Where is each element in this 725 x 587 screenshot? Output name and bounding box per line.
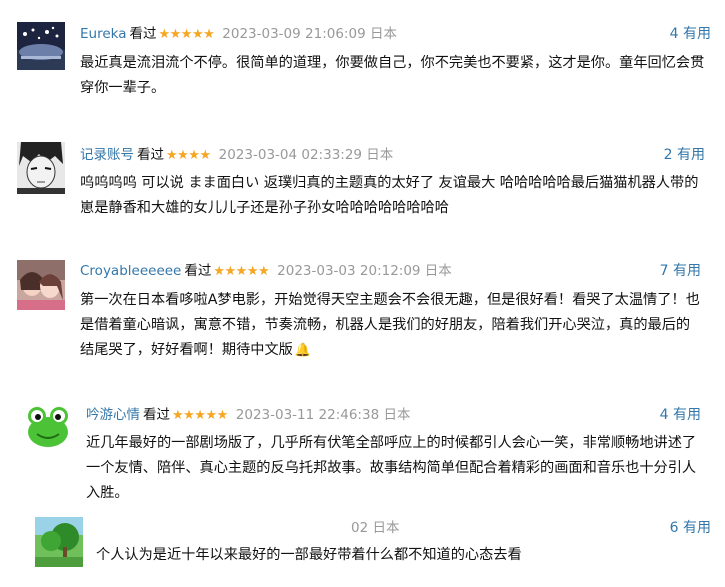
review-text: 近几年最好的一部剧场版了，几乎所有伏笔全部呼应上的时候都引人会心一笑，非常顺畅地… <box>86 435 697 501</box>
watched-label: 看过 <box>143 407 170 423</box>
watched-label: 看过 <box>184 263 212 279</box>
avatar[interactable] <box>17 260 65 310</box>
avatar[interactable] <box>23 402 73 450</box>
avatar[interactable] <box>17 142 65 194</box>
useful-vote-button[interactable]: 4 有用 <box>670 25 711 43</box>
review-item: 记录账号 看过 ★★★★ 2023-03-04 02:33:29 日本 2 有用 呜呜… <box>0 110 725 240</box>
useful-vote-button[interactable]: 7 有用 <box>660 262 701 280</box>
rating-stars: ★★★★★ <box>213 264 270 279</box>
review-text: 呜呜呜呜 可以说 まま面白い 返璞归真的主题真的太好了 友谊最大 哈哈哈哈哈最后… <box>80 175 699 216</box>
watched-label: 看过 <box>129 26 157 42</box>
useful-vote-button[interactable]: 6 有用 <box>670 519 711 537</box>
watched-label: 看过 <box>137 147 164 163</box>
review-item: 02 日本 6 有用 个人认为是近十年以来最好的一部最好带着什么都不知道的心态去… <box>0 505 725 587</box>
username-link[interactable]: 记录账号 <box>80 147 134 163</box>
rating-stars: ★★★★★ <box>172 408 228 423</box>
green-frog-avatar <box>23 402 73 450</box>
username-link[interactable]: Eureka <box>80 26 127 42</box>
review-timestamp: 02 日本 <box>351 520 400 536</box>
avatar[interactable] <box>35 517 83 567</box>
review-item: Croyableeeeee 看过 ★★★★★ 2023-03-03 20:12:09 … <box>0 240 725 390</box>
review-text: 最近真是流泪流个不停。很简单的道理，你要做自己，你不完美也不要紧，这才是你。童年… <box>80 55 705 96</box>
review-text: 第一次在日本看哆啦A梦电影，开始觉得天空主题会不会很无趣，但是很好看！看哭了太温… <box>80 288 702 363</box>
review-timestamp: 2023-03-03 20:12:09 日本 <box>277 263 452 279</box>
bell-icon: 🔔 <box>294 343 312 358</box>
stadium-lights-avatar <box>17 22 65 70</box>
avatar[interactable] <box>17 22 65 70</box>
username-link[interactable]: 吟游心情 <box>86 407 140 423</box>
useful-vote-button[interactable]: 4 有用 <box>660 406 701 424</box>
review-timestamp: 2023-03-11 22:46:38 日本 <box>235 407 411 423</box>
review-timestamp: 2023-03-04 02:33:29 日本 <box>218 147 394 163</box>
review-item: 吟游心情 看过 ★★★★★ 2023-03-11 22:46:38 日本 4 有用 近… <box>0 390 725 505</box>
review-text-body: 第一次在日本看哆啦A梦电影，开始觉得天空主题会不会很无趣，但是很好看！看哭了太温… <box>80 292 700 358</box>
review-timestamp: 2023-03-09 21:06:09 日本 <box>222 26 397 42</box>
rating-stars: ★★★★★ <box>158 27 215 42</box>
rating-stars: ★★★★ <box>166 148 211 163</box>
tree-landscape-avatar <box>35 517 83 567</box>
manga-character-avatar <box>17 142 65 194</box>
couple-photo-avatar <box>17 260 65 310</box>
comments-list: Eureka 看过 ★★★★★ 2023-03-09 21:06:09 日本 4 有用… <box>0 0 725 587</box>
review-item: Eureka 看过 ★★★★★ 2023-03-09 21:06:09 日本 4 有用… <box>0 0 725 110</box>
username-link[interactable]: Croyableeeeee <box>80 263 181 279</box>
review-text: 个人认为是近十年以来最好的一部最好带着什么都不知道的心态去看 <box>96 547 522 563</box>
useful-vote-button[interactable]: 2 有用 <box>664 146 705 164</box>
